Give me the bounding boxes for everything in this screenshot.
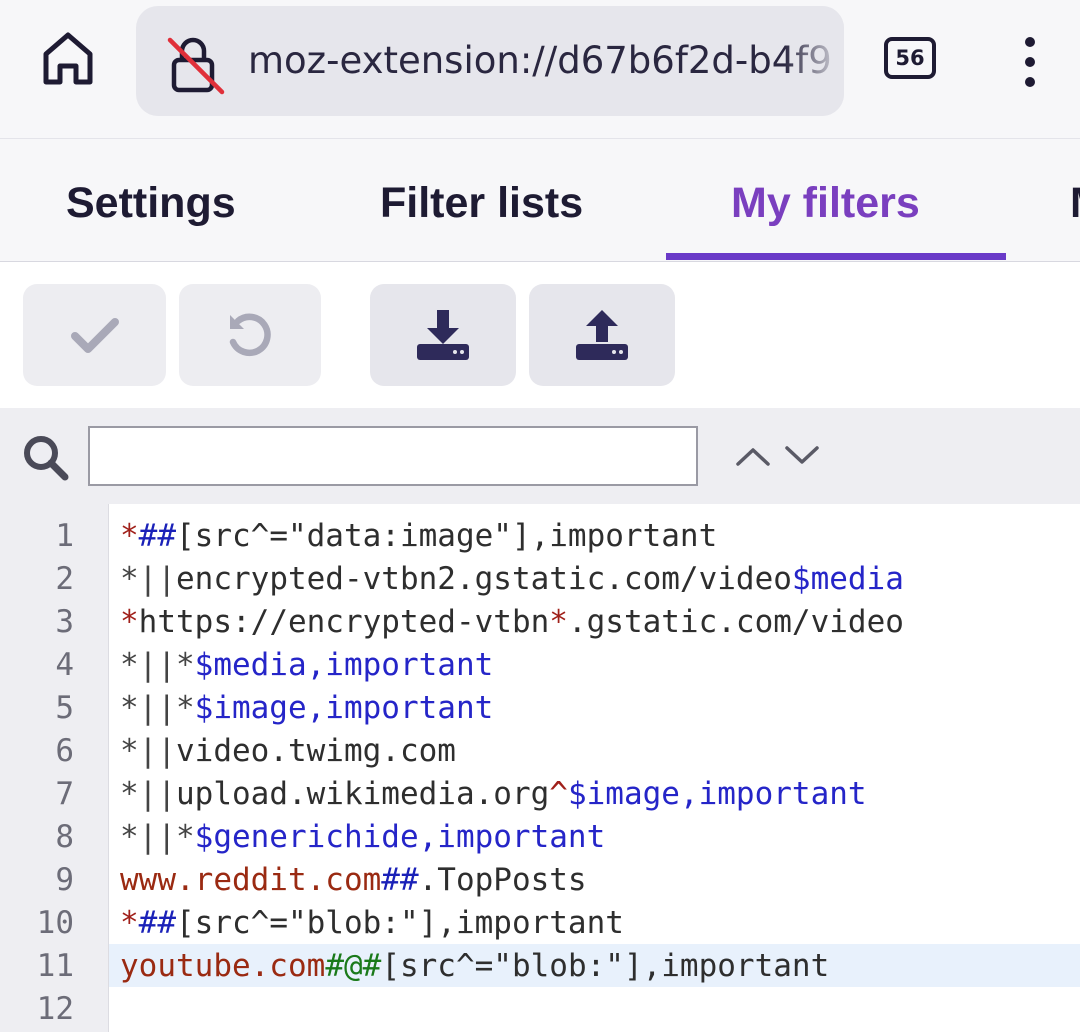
filter-line[interactable]: *##[src^="blob:"],important (120, 905, 624, 941)
line-number: 11 (36, 948, 74, 984)
filter-editor[interactable]: 1 2 3 4 5 6 7 8 9 10 11 12 *##[src^="data:image"],i… (0, 504, 1080, 1032)
filter-token: *||* (120, 819, 195, 855)
filter-line[interactable]: *||*$media,important (120, 647, 493, 683)
filter-token: $media (791, 561, 904, 597)
filter-token: $media,important (194, 647, 494, 683)
line-number: 8 (55, 819, 74, 855)
filter-line[interactable]: youtube.com#@#[src^="blob:"],important (120, 948, 829, 984)
filter-line[interactable]: *||video.twimg.com (120, 733, 456, 769)
home-icon[interactable] (36, 26, 100, 90)
filter-token: * (120, 604, 139, 640)
filters-toolbar (0, 262, 1080, 408)
import-button[interactable] (370, 284, 516, 386)
filter-token: .TopPosts (418, 862, 587, 898)
line-number: 7 (55, 776, 74, 812)
insecure-lock-icon[interactable] (166, 34, 226, 96)
filter-line[interactable]: www.reddit.com##.TopPosts (120, 862, 587, 898)
url-fade (784, 6, 844, 116)
export-button[interactable] (529, 284, 675, 386)
filter-token: * (549, 604, 568, 640)
filter-line[interactable]: *||upload.wikimedia.org^$image,important (120, 776, 867, 812)
url-bar[interactable]: moz-extension://d67b6f2d-b4f9 (136, 6, 844, 116)
filter-token: $generichide,important (194, 819, 606, 855)
filter-token: encrypted-vtbn2.gstatic.com/video (176, 561, 792, 597)
revert-changes-button[interactable] (179, 284, 321, 386)
line-number: 6 (55, 733, 74, 769)
filter-token: upload.wikimedia.org (176, 776, 550, 812)
filter-token: ## (138, 518, 176, 554)
filter-token: #@# (325, 948, 382, 984)
filter-token: ## (138, 905, 176, 941)
filter-token: .gstatic.com/video (567, 604, 904, 640)
filter-token: ## (381, 862, 419, 898)
chevron-up-icon[interactable] (733, 442, 773, 470)
checkmark-icon (70, 318, 119, 353)
filter-token: [src^="blob:"],important (381, 948, 830, 984)
line-number: 3 (55, 604, 74, 640)
tab-filter-lists[interactable]: Filter lists (380, 179, 583, 228)
undo-icon (229, 313, 271, 357)
upload-icon (576, 310, 628, 360)
line-number: 5 (55, 690, 74, 726)
filter-token: *|| (120, 561, 176, 597)
dashboard-tabs: Settings Filter lists My filters M (0, 139, 1080, 263)
url-text[interactable]: moz-extension://d67b6f2d-b4f9 (248, 39, 832, 82)
filter-token: [src^="data:image"],important (176, 518, 718, 554)
filter-token: * (120, 905, 139, 941)
filter-line[interactable]: *||encrypted-vtbn2.gstatic.com/video$med… (120, 561, 904, 597)
chevron-down-icon[interactable] (782, 442, 822, 470)
filter-line[interactable]: *##[src^="data:image"],important (120, 518, 717, 554)
tab-my-filters[interactable]: My filters (731, 179, 920, 228)
line-number: 2 (55, 561, 74, 597)
kebab-menu-icon[interactable] (1010, 30, 1050, 94)
line-number-gutter: 1 2 3 4 5 6 7 8 9 10 11 12 (0, 504, 109, 1032)
filter-token: *|| (120, 776, 176, 812)
filter-token: ^ (549, 776, 568, 812)
filter-token: video.twimg.com (176, 733, 456, 769)
line-number: 9 (55, 862, 74, 898)
find-bar (0, 408, 1080, 504)
filter-token: *||* (120, 690, 195, 726)
filter-token: $image,important (567, 776, 867, 812)
filter-token: youtube.com (120, 948, 326, 984)
line-number: 1 (55, 518, 74, 554)
filter-token: www.reddit.com (120, 862, 382, 898)
filter-token: * (120, 518, 139, 554)
apply-changes-button[interactable] (23, 284, 166, 386)
find-input[interactable] (88, 426, 698, 486)
line-number: 10 (36, 905, 74, 941)
filter-token: *||* (120, 647, 195, 683)
download-icon (417, 310, 469, 360)
filter-line[interactable]: *||*$image,important (120, 690, 493, 726)
tab-settings[interactable]: Settings (66, 179, 236, 228)
filter-token: *|| (120, 733, 176, 769)
filter-line[interactable]: *||*$generichide,important (120, 819, 605, 855)
tab-my-rules[interactable]: M (1070, 179, 1080, 228)
filter-token: https://encrypted-vtbn (138, 604, 550, 640)
tab-counter-button[interactable]: 56 (884, 37, 936, 79)
filter-line[interactable]: *https://encrypted-vtbn*.gstatic.com/vid… (120, 604, 904, 640)
active-tab-indicator (666, 253, 1006, 260)
line-number: 12 (36, 991, 74, 1027)
line-number: 4 (55, 647, 74, 683)
filter-token: $image,important (194, 690, 494, 726)
filter-token: [src^="blob:"],important (176, 905, 624, 941)
search-icon (24, 436, 69, 481)
browser-toolbar: moz-extension://d67b6f2d-b4f9 56 (0, 0, 1080, 139)
